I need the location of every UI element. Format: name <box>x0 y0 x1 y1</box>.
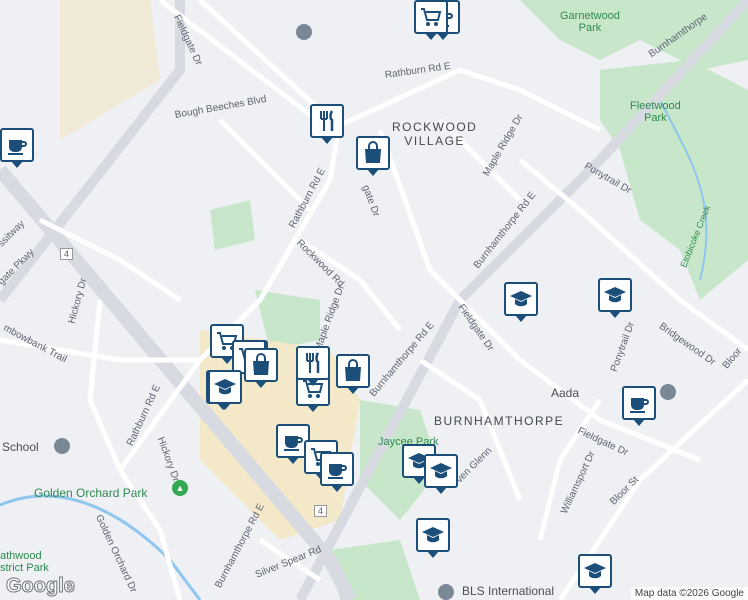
park-label: Golden Orchard Park <box>34 486 148 500</box>
cup-icon <box>627 391 651 415</box>
school-icon <box>213 375 237 399</box>
park-label: athwood strict Park <box>0 550 49 574</box>
park-label: Fleetwood Park <box>630 100 681 124</box>
poi-pin[interactable] <box>296 346 330 386</box>
place-label: Aada <box>551 386 580 400</box>
poi-pin[interactable] <box>356 136 390 176</box>
cup-icon <box>5 133 29 157</box>
highway-shield: 4 <box>60 248 74 260</box>
shopping-bag-icon <box>341 359 365 383</box>
poi-pin[interactable] <box>622 386 656 426</box>
cup-icon <box>325 457 349 481</box>
poi-pin[interactable] <box>310 104 344 144</box>
poi-pin[interactable] <box>416 518 450 558</box>
place-marker-icon[interactable] <box>660 384 676 400</box>
neighbourhood-label: ROCKWOOD VILLAGE <box>392 120 478 148</box>
restaurant-icon <box>301 351 325 375</box>
cart-icon <box>419 5 443 29</box>
neighbourhood-label: BURNHAMTHORPE <box>434 414 565 428</box>
map-canvas[interactable] <box>0 0 748 600</box>
poi-pin[interactable] <box>336 354 370 394</box>
shopping-bag-icon <box>249 353 273 377</box>
poi-pin[interactable] <box>598 278 632 318</box>
shopping-bag-icon <box>361 141 385 165</box>
place-label: BLS International <box>462 584 555 598</box>
school-marker-icon[interactable] <box>54 438 70 454</box>
place-marker-icon[interactable] <box>296 24 312 40</box>
highway-shield: 4 <box>314 505 328 517</box>
google-logo: Google <box>6 575 76 598</box>
park-label: Garnetwood Park <box>560 10 620 34</box>
poi-pin[interactable] <box>208 370 242 410</box>
school-icon <box>603 283 627 307</box>
map-attribution[interactable]: Map data ©2026 Google <box>630 587 748 600</box>
poi-pin[interactable] <box>244 348 278 388</box>
poi-pin[interactable] <box>0 128 34 168</box>
place-marker-icon[interactable] <box>438 584 454 600</box>
school-icon <box>429 459 453 483</box>
park-marker-icon[interactable]: ▲ <box>172 480 188 496</box>
school-icon <box>509 287 533 311</box>
poi-pin[interactable] <box>320 452 354 492</box>
cup-icon <box>281 429 305 453</box>
poi-pin[interactable] <box>578 554 612 594</box>
poi-pin[interactable] <box>504 282 538 322</box>
school-icon <box>421 523 445 547</box>
restaurant-icon <box>315 109 339 133</box>
poi-pin[interactable] <box>414 0 448 40</box>
place-label: School <box>2 440 39 454</box>
school-icon <box>583 559 607 583</box>
poi-pin[interactable] <box>424 454 458 494</box>
